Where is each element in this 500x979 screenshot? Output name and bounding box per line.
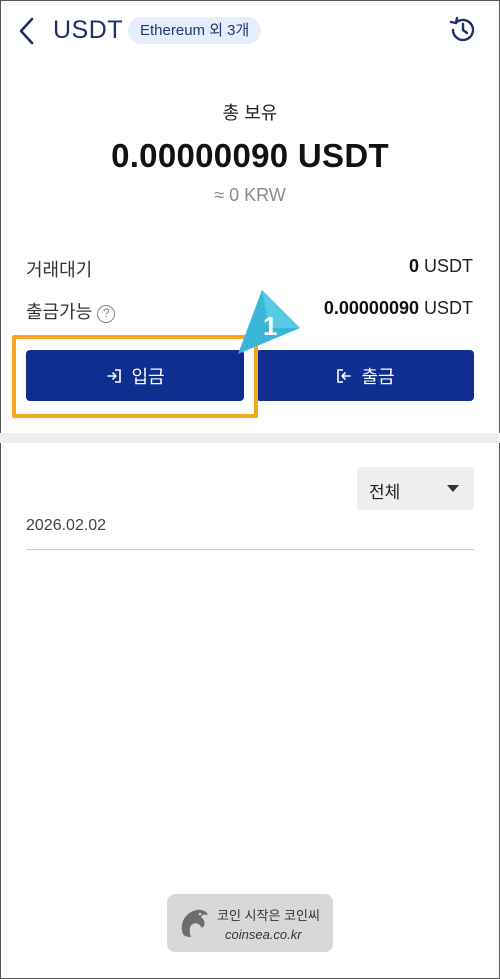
date-divider <box>26 549 474 550</box>
step-number: 1 <box>263 311 277 341</box>
watermark: 코인 시작은 코인씨 coinsea.co.kr <box>167 894 333 952</box>
pending-value: 0 USDT <box>409 256 473 277</box>
withdraw-icon <box>337 368 352 383</box>
available-value: 0.00000090 USDT <box>324 298 473 319</box>
history-filter-value: 전체 <box>369 483 401 502</box>
total-balance-amount: 0.00000090 USDT <box>111 137 389 174</box>
caret-down-icon <box>447 485 459 492</box>
history-icon <box>449 16 475 42</box>
step-marker: 1 <box>238 290 300 354</box>
available-unit: USDT <box>419 298 473 318</box>
page-title: USDT <box>53 16 124 44</box>
watermark-url: coinsea.co.kr <box>225 927 302 942</box>
network-badge[interactable]: Ethereum 외 3개 <box>128 17 262 44</box>
history-button[interactable] <box>447 14 479 46</box>
back-button[interactable] <box>14 14 42 48</box>
watermark-slogan: 코인 시작은 코인씨 <box>217 908 320 923</box>
withdraw-label: 출금 <box>361 366 395 387</box>
pending-unit: USDT <box>419 256 473 276</box>
total-balance-krw: ≈ 0 KRW <box>214 185 286 205</box>
available-amount: 0.00000090 <box>323 298 419 318</box>
dolphin-logo-icon <box>181 909 208 937</box>
available-row-label: 출금가능? <box>26 298 116 324</box>
pending-amount: 0 <box>408 256 419 276</box>
history-filter-select[interactable]: 전체 <box>357 467 474 510</box>
deposit-highlight-box <box>12 335 258 418</box>
chevron-left-icon <box>19 17 34 45</box>
section-divider <box>0 433 500 443</box>
available-label: 출금가능 <box>26 302 93 322</box>
history-date: 2026.02.02 <box>26 517 107 534</box>
top-header: USDT Ethereum 외 3개 <box>0 0 500 62</box>
help-icon[interactable]: ? <box>97 305 116 323</box>
pending-label: 거래대기 <box>26 260 93 280</box>
total-balance-label: 총 보유 <box>222 103 278 123</box>
